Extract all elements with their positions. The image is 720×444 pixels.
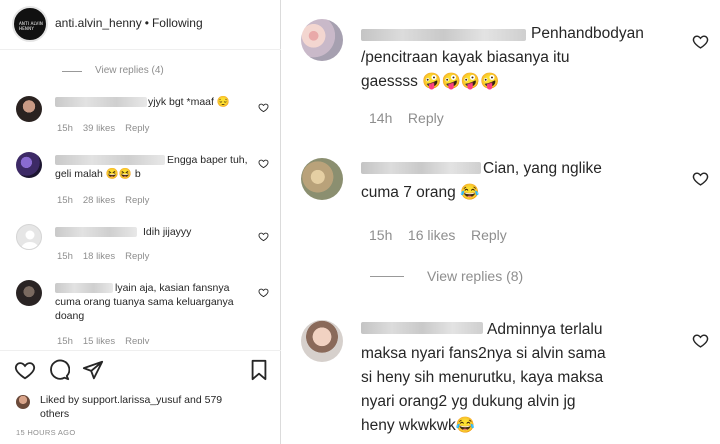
post-header: ANTI ALVIN HENNY anti.alvin_henny • Follow… xyxy=(0,0,281,50)
comment-time: 14h xyxy=(369,110,393,126)
commenter-avatar[interactable] xyxy=(301,320,343,362)
view-replies-line xyxy=(62,71,82,72)
commenter-avatar[interactable] xyxy=(301,158,343,200)
comment-text: Idih jijayyy xyxy=(143,226,192,238)
view-replies-button[interactable]: View replies (4) xyxy=(95,65,164,76)
separator-dot: • xyxy=(144,16,149,30)
comment-time: 15h xyxy=(369,227,393,243)
comment-meta: 15h 39 likes Reply xyxy=(57,123,159,134)
blurred-username xyxy=(361,322,483,334)
bookmark-icon[interactable] xyxy=(248,359,270,381)
left-post-panel: ANTI ALVIN HENNY anti.alvin_henny • Follow… xyxy=(0,0,281,444)
blurred-username xyxy=(361,29,526,41)
comment-text: gaessss 🤪🤪🤪🤪 xyxy=(361,73,500,90)
liked-by-user[interactable]: support.larissa_yusuf xyxy=(82,394,181,406)
default-avatar-icon xyxy=(21,230,39,249)
comment-text-line: gaessss 🤪🤪🤪🤪 xyxy=(361,70,499,93)
comment-text: lyain aja, kasian fansnya cuma orang tua… xyxy=(55,282,234,322)
blurred-username xyxy=(55,97,147,107)
commenter-avatar[interactable] xyxy=(301,19,343,61)
comment-text-line: Cian, yang nglike xyxy=(483,160,602,177)
comment-meta: 15h 28 likes Reply xyxy=(57,195,159,206)
liked-by-text: Liked by support.larissa_yusuf and 579 o… xyxy=(40,393,240,421)
blurred-username xyxy=(55,227,137,237)
avatar-logo-text: ANTI ALVIN HENNY xyxy=(19,21,44,31)
comment-text-line: /pencitraan kayak biasanya itu xyxy=(361,49,570,66)
heart-icon[interactable] xyxy=(258,102,269,113)
reply-button[interactable]: Reply xyxy=(408,110,444,126)
comment-likes[interactable]: 18 likes xyxy=(83,251,115,262)
comment-text: yjyk bgt *maaf 😔 xyxy=(148,96,230,108)
reply-button[interactable]: Reply xyxy=(125,251,149,262)
heart-icon[interactable] xyxy=(692,332,709,349)
comment-time: 15h xyxy=(57,336,73,344)
commenter-avatar[interactable] xyxy=(16,96,42,122)
liked-by-prefix: Liked by xyxy=(40,394,80,406)
comment-meta: 14h Reply xyxy=(369,110,444,126)
comment-time: 15h xyxy=(57,251,73,262)
comment-text-line: heny wkwkwk😂 xyxy=(361,417,476,434)
comment-time: 15h xyxy=(57,123,73,134)
like-heart-icon[interactable] xyxy=(14,359,36,381)
heart-icon[interactable] xyxy=(258,287,269,298)
reply-button[interactable]: Reply xyxy=(471,227,507,243)
comment-meta: 15h 15 likes Reply xyxy=(57,336,159,344)
comment-meta: 15h 18 likes Reply xyxy=(57,251,159,262)
comment-likes[interactable]: 16 likes xyxy=(408,227,455,243)
reply-button[interactable]: Reply xyxy=(125,195,149,206)
commenter-avatar[interactable] xyxy=(16,224,42,250)
comment-meta: 15h 16 likes Reply xyxy=(369,227,507,243)
comment-text-line: Adminnya terlalu xyxy=(487,321,603,338)
liker-avatar[interactable] xyxy=(16,395,30,409)
comment-time: 15h xyxy=(57,195,73,206)
reply-button[interactable]: Reply xyxy=(125,336,149,344)
comment-bubble-icon[interactable] xyxy=(48,359,70,381)
comment-text: Engga baper tuh, geli malah 😆😆 b xyxy=(55,154,248,180)
view-replies-button[interactable]: View replies (8) xyxy=(427,268,523,284)
account-username[interactable]: anti.alvin_henny xyxy=(55,16,142,30)
right-comments-panel: Penhandbodyan /pencitraan kayak biasanya… xyxy=(283,0,720,444)
comment-text-line: cuma 7 orang 😂 xyxy=(361,184,480,201)
heart-icon[interactable] xyxy=(258,158,269,169)
comment-text-line: maksa nyari fans2nya si alvin sama xyxy=(361,345,606,362)
heart-icon[interactable] xyxy=(258,231,269,242)
view-replies-line xyxy=(370,276,404,277)
comment-text-line: nyari orang2 yg dukung alvin jg xyxy=(361,393,576,410)
blurred-username xyxy=(361,162,481,174)
comment-text-line: Penhandbodyan xyxy=(531,25,644,42)
liked-by-suffix: and xyxy=(184,394,202,406)
comment-text-line: si heny sih menurutku, kaya maksa xyxy=(361,369,604,386)
comment-likes[interactable]: 15 likes xyxy=(83,336,115,344)
share-paper-plane-icon[interactable] xyxy=(82,359,104,381)
commenter-avatar[interactable] xyxy=(16,152,42,178)
heart-icon[interactable] xyxy=(692,33,709,50)
heart-icon[interactable] xyxy=(692,170,709,187)
comment-likes[interactable]: 39 likes xyxy=(83,123,115,134)
post-action-bar xyxy=(0,350,281,390)
header-text: anti.alvin_henny • Following xyxy=(55,16,203,30)
reply-button[interactable]: Reply xyxy=(125,123,149,134)
comment-likes[interactable]: 28 likes xyxy=(83,195,115,206)
account-avatar[interactable]: ANTI ALVIN HENNY xyxy=(12,6,48,42)
commenter-avatar[interactable] xyxy=(16,280,42,306)
post-timestamp: 15 HOURS AGO xyxy=(16,428,76,437)
following-status[interactable]: Following xyxy=(152,16,203,30)
